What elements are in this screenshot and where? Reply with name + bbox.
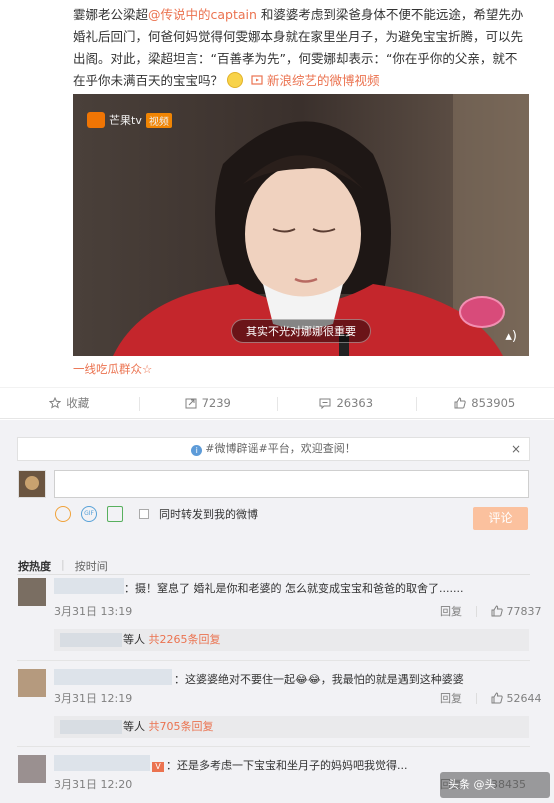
video-logo: 芒果tv 视频 [87,112,172,128]
favorite-button[interactable]: 收藏 [0,388,139,418]
forward-icon [185,398,197,409]
video-logo-tag: 视频 [145,112,172,128]
sub-replies[interactable]: 等人 共705条回复 [54,716,529,738]
action-separator [476,605,477,617]
avatar[interactable] [18,669,46,697]
comment-actions: 回复 77837 [440,603,542,619]
action-separator [476,692,477,704]
avatar[interactable] [18,470,46,498]
post-card: 霎娜老公梁超@传说中的captain 和婆婆考虑到梁爸身体不便不能远途，希望先办… [0,0,554,385]
reply-button[interactable]: 回复 [440,690,462,706]
star-icon [49,397,62,409]
username-blurred[interactable] [54,669,172,685]
video-subtitle: 其实不光对娜娜很重要 [231,319,371,343]
comment-count: 26363 [336,396,374,410]
comment-divider [17,660,530,661]
thumbs-up-icon [491,691,503,703]
forward-button[interactable]: 7239 [138,388,278,418]
video-link-label: 新浪综艺的微博视频 [266,73,380,88]
sub-users-blurred [60,633,122,647]
post-source[interactable]: 一线吃瓜群众☆ [73,361,152,377]
thumbs-up-icon [491,604,503,616]
video-icon [251,75,263,85]
emoji-icon[interactable] [55,506,71,522]
submit-comment-button[interactable]: 评论 [473,507,528,530]
sync-label: 同时转发到我的微博 [159,508,258,521]
username-blurred[interactable] [54,578,124,594]
sub-users-blurred [60,720,122,734]
comment-time: 3月31日 13:19 [54,605,133,618]
comment-time: 3月31日 12:19 [54,692,133,705]
forward-count: 7239 [201,396,231,410]
favorite-label: 收藏 [66,396,90,410]
sub-replies-prefix: 等人 [123,720,145,733]
comment-text: ：摄！窒息了 婚礼是你和老婆的 怎么就变成宝宝和爸爸的取舍了....... [124,582,464,595]
close-icon[interactable]: × [511,438,521,460]
volume-icon[interactable]: ▴) [505,329,517,344]
video-logo-text: 芒果tv [109,114,142,127]
tab-hot[interactable]: 按热度 [18,558,51,574]
comment-like-count: 52644 [506,691,542,705]
notice-bar: i #微博辟谣#平台，欢迎查阅！ × [17,437,530,461]
username-blurred[interactable] [54,755,150,771]
avatar[interactable] [18,755,46,783]
thumbs-up-icon [454,397,466,409]
reply-button[interactable]: 回复 [440,603,462,619]
weibo-page: 霎娜老公梁超@传说中的captain 和婆婆考虑到梁爸身体不便不能远途，希望先办… [0,0,554,803]
sort-divider [17,574,530,575]
sub-replies-count[interactable]: 共2265条回复 [149,633,221,646]
smile-emoji-icon [227,72,244,88]
comment-like-count: 77837 [506,604,542,618]
tab-time[interactable]: 按时间 [75,558,108,574]
sub-replies-count[interactable]: 共705条回复 [149,720,214,733]
comment-time: 3月31日 12:20 [54,778,133,791]
like-button[interactable]: 853905 [415,388,554,418]
sync-checkbox[interactable] [139,509,149,519]
video-link[interactable]: 新浪综艺的微博视频 [251,73,380,88]
like-count: 853905 [471,396,516,410]
post-text-part: 霎娜老公梁超 [73,7,149,22]
vip-badge-icon: V [152,762,164,772]
sub-replies-prefix: 等人 [123,633,145,646]
comment-like-button[interactable]: 52644 [491,692,542,705]
sort-tabs: 按热度 | 按时间 [18,558,108,574]
video-player[interactable]: 芒果tv 视频 其实不光对娜娜很重要 ▴) [73,94,529,356]
comment-text: ：这婆婆绝对不要住一起😂😂，我最怕的就是遇到这种婆婆 [174,673,464,686]
comment-text-body: ：还是多考虑一下宝宝和坐月子的妈妈吧我觉得... [166,759,408,772]
image-icon[interactable] [107,506,123,522]
mango-logo-icon [87,112,105,128]
avatar[interactable] [18,578,46,606]
tab-separator: | [61,558,65,571]
post-text: 霎娜老公梁超@传说中的captain 和婆婆考虑到梁爸身体不便不能远途，希望先办… [73,4,528,92]
comment-button[interactable]: 26363 [277,388,416,418]
comment-icon [319,398,331,409]
post-toolbar: 收藏 7239 26363 853905 [0,387,554,419]
comment-actions: 回复 52644 [440,690,542,706]
toutiao-watermark: 头条 @头 [440,772,550,798]
weibo-watermark-icon [459,296,505,328]
sub-replies[interactable]: 等人 共2265条回复 [54,629,529,651]
notice-text[interactable]: #微博辟谣#平台，欢迎查阅！ [205,442,355,455]
mention-link[interactable]: @传说中的captain [148,7,257,22]
comment-input[interactable] [54,470,529,498]
info-icon: i [191,445,203,456]
comment-divider [17,746,530,747]
comment-text: V ：还是多考虑一下宝宝和坐月子的妈妈吧我觉得... [152,757,408,773]
comment-like-button[interactable]: 77837 [491,605,542,618]
comment-tools: GIF 同时转发到我的微博 [55,506,258,522]
gif-icon[interactable]: GIF [81,506,97,522]
